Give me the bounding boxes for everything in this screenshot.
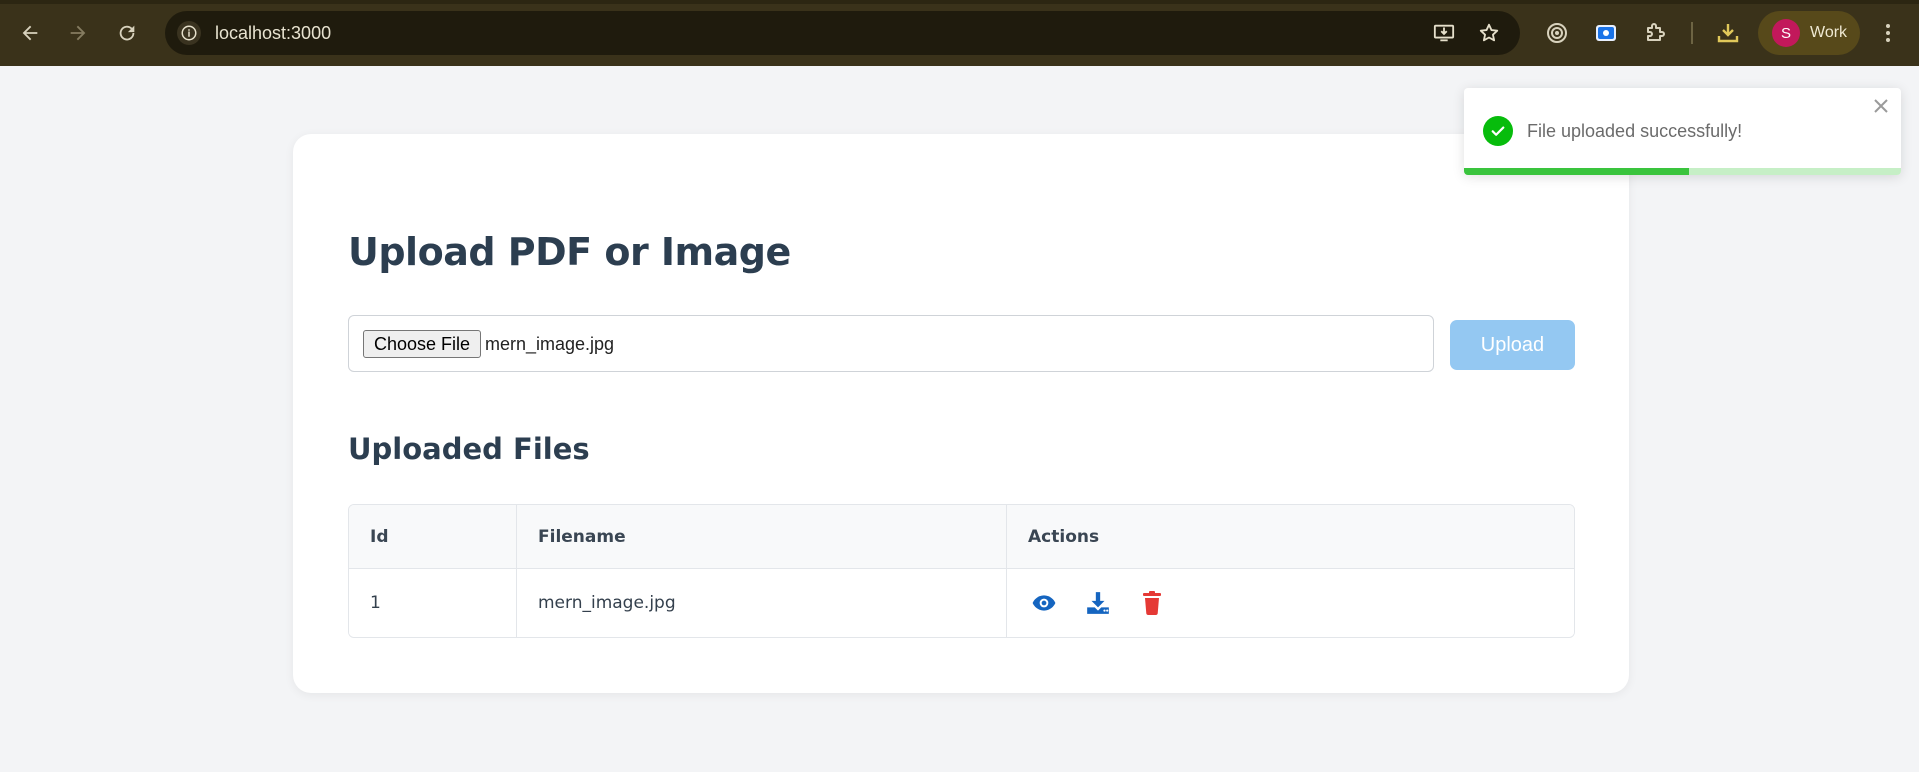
url-text[interactable]: localhost:3000	[215, 11, 331, 55]
file-input[interactable]: Choose File mern_image.jpg	[348, 315, 1434, 372]
avatar: S	[1772, 19, 1800, 47]
bookmark-star-icon	[1479, 23, 1499, 42]
toast-progress-bar	[1464, 168, 1690, 175]
delete-icon	[1143, 591, 1161, 616]
files-table: Id Filename Actions 1 mern_image.jpg	[348, 504, 1575, 638]
forward-button[interactable]	[62, 17, 94, 49]
close-icon	[1874, 99, 1888, 113]
profile-label: Work	[1810, 24, 1848, 41]
choose-file-button[interactable]: Choose File	[363, 330, 482, 358]
downloads-button[interactable]	[1714, 19, 1742, 47]
install-app-icon	[1433, 24, 1455, 42]
extensions-puzzle-icon	[1647, 23, 1665, 41]
site-info-icon	[181, 25, 197, 41]
forward-icon	[70, 25, 86, 41]
header-actions: Actions	[1028, 526, 1100, 547]
bookmark-button[interactable]	[1477, 21, 1501, 45]
reload-button[interactable]	[111, 17, 143, 49]
extension-target-icon	[1547, 23, 1567, 43]
back-button[interactable]	[14, 17, 46, 49]
upload-button[interactable]: Upload	[1450, 320, 1575, 370]
uploaded-files-heading: Uploaded Files	[348, 432, 590, 466]
success-check-icon	[1483, 116, 1513, 146]
page-title: Upload PDF or Image	[348, 230, 791, 274]
downloads-icon	[1717, 24, 1739, 43]
view-icon	[1032, 595, 1056, 611]
header-filename: Filename	[517, 505, 1007, 568]
profile-chip[interactable]: S Work	[1758, 11, 1860, 55]
row-filename: mern_image.jpg	[517, 569, 1007, 637]
extension-screen-button[interactable]	[1592, 19, 1620, 47]
success-toast: File uploaded successfully!	[1464, 88, 1901, 175]
toast-message: File uploaded successfully!	[1527, 121, 1743, 141]
header-id: Id	[349, 505, 517, 568]
extension-screen-icon	[1596, 25, 1616, 41]
extensions-button[interactable]	[1641, 19, 1669, 47]
download-icon	[1087, 592, 1109, 614]
address-bar[interactable]: localhost:3000	[165, 11, 1520, 55]
reload-icon	[119, 25, 135, 41]
download-button[interactable]	[1082, 587, 1114, 619]
delete-button[interactable]	[1136, 587, 1168, 619]
row-id: 1	[349, 569, 517, 637]
more-vertical-icon	[1886, 24, 1890, 42]
view-button[interactable]	[1028, 587, 1060, 619]
toolbar-divider	[1691, 22, 1693, 44]
upload-card: Upload PDF or Image Choose File mern_ima…	[293, 134, 1629, 693]
selected-file-name: mern_image.jpg	[485, 334, 615, 354]
tab-strip	[0, 0, 1919, 4]
row-actions	[1007, 569, 1574, 637]
site-info-button[interactable]	[177, 21, 201, 45]
back-icon	[22, 25, 38, 41]
table-header: Id Filename Actions	[349, 505, 1574, 569]
toast-progress-track	[1464, 168, 1901, 175]
browser-menu-button[interactable]	[1874, 19, 1902, 47]
table-row: 1 mern_image.jpg	[349, 569, 1574, 637]
install-app-button[interactable]	[1432, 21, 1456, 45]
browser-toolbar: localhost:3000 S Work	[0, 0, 1919, 66]
extension-target-button[interactable]	[1543, 19, 1571, 47]
toast-close-button[interactable]	[1871, 96, 1891, 116]
